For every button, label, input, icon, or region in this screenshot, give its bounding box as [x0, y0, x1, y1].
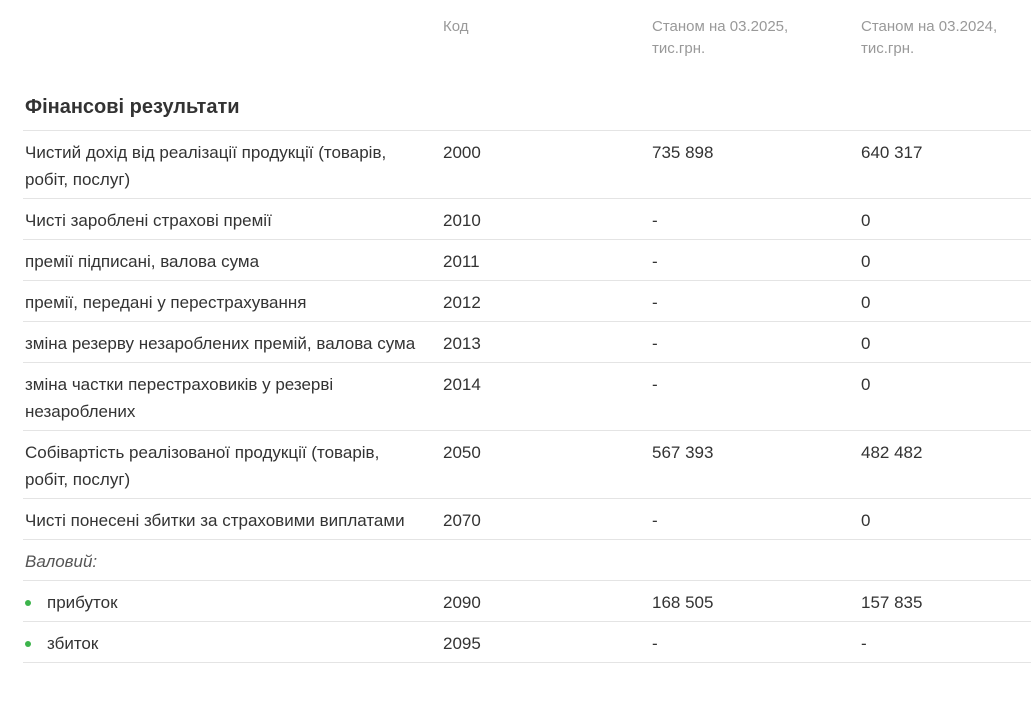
financial-table: Чистий дохід від реалізації продукції (т…	[23, 130, 1031, 663]
row-previous-value: 157 835	[861, 593, 923, 612]
section-title: Фінансові результати	[25, 96, 240, 118]
row-previous-value: 0	[861, 293, 871, 312]
row-name: Чисті зароблені страхові премії	[25, 211, 272, 230]
row-current-value: -	[652, 375, 658, 394]
row-previous-value: 0	[861, 511, 871, 530]
bullet-dot-icon	[25, 640, 31, 647]
bullet-dot-icon	[25, 599, 31, 606]
table-row: Чистий дохід від реалізації продукції (т…	[23, 130, 1031, 198]
row-current-value: -	[652, 252, 658, 271]
row-previous-value: -	[861, 634, 867, 653]
row-name: премії, передані у перестрахування	[25, 293, 307, 312]
row-name: збиток	[47, 634, 99, 653]
row-current-value: -	[652, 511, 658, 530]
table-row: премії, передані у перестрахування 2012 …	[23, 280, 1031, 321]
row-current-value: -	[652, 634, 658, 653]
row-name: зміна резерву незароблених премій, валов…	[25, 334, 416, 353]
row-name: прибуток	[47, 593, 118, 612]
table-row: зміна резерву незароблених премій, валов…	[23, 321, 1031, 362]
row-code: 2090	[443, 593, 481, 612]
table-row: премії підписані, валова сума 2011 - 0	[23, 239, 1031, 280]
row-code: 2012	[443, 293, 481, 312]
financial-results-page: Код Станом на 03.2025, тис.грн. Станом н…	[0, 0, 1031, 728]
table-row: Чисті зароблені страхові премії 2010 - 0	[23, 198, 1031, 239]
row-name: Собівартість реалізованої продукції (тов…	[25, 443, 380, 489]
row-previous-value: 0	[861, 334, 871, 353]
row-code: 2070	[443, 511, 481, 530]
table-row: зміна частки перестраховиків у резерві н…	[23, 362, 1031, 430]
row-code: 2013	[443, 334, 481, 353]
row-code: 2000	[443, 143, 481, 162]
row-current-value: 168 505	[652, 593, 714, 612]
header-previous-period: Станом на 03.2024, тис.грн.	[861, 18, 998, 57]
gross-label: Валовий:	[25, 552, 98, 571]
row-current-value: -	[652, 211, 658, 230]
row-previous-value: 0	[861, 375, 871, 394]
table-row: Чисті понесені збитки за страховими випл…	[23, 498, 1031, 539]
row-previous-value: 0	[861, 252, 871, 271]
row-name-with-bullet: прибуток	[25, 589, 425, 616]
table-row: прибуток 2090 168 505 157 835	[23, 580, 1031, 621]
row-code: 2010	[443, 211, 481, 230]
row-current-value: 567 393	[652, 443, 714, 462]
header-current-period: Станом на 03.2025, тис.грн.	[652, 18, 789, 57]
header-code: Код	[443, 18, 469, 35]
row-previous-value: 482 482	[861, 443, 923, 462]
row-code: 2014	[443, 375, 481, 394]
table-row: Собівартість реалізованої продукції (тов…	[23, 430, 1031, 498]
row-previous-value: 640 317	[861, 143, 923, 162]
row-name-with-bullet: збиток	[25, 630, 425, 657]
row-name: зміна частки перестраховиків у резерві н…	[25, 375, 334, 421]
row-code: 2095	[443, 634, 481, 653]
row-name: премії підписані, валова сума	[25, 252, 260, 271]
row-current-value: -	[652, 334, 658, 353]
table-row: збиток 2095 - -	[23, 621, 1031, 663]
row-previous-value: 0	[861, 211, 871, 230]
gross-label-row: Валовий:	[23, 539, 1031, 580]
row-code: 2050	[443, 443, 481, 462]
row-current-value: 735 898	[652, 143, 714, 162]
row-code: 2011	[443, 252, 480, 271]
row-current-value: -	[652, 293, 658, 312]
table-header: Код Станом на 03.2025, тис.грн. Станом н…	[0, 16, 1031, 66]
row-name: Чистий дохід від реалізації продукції (т…	[25, 143, 387, 189]
row-name: Чисті понесені збитки за страховими випл…	[25, 511, 405, 530]
